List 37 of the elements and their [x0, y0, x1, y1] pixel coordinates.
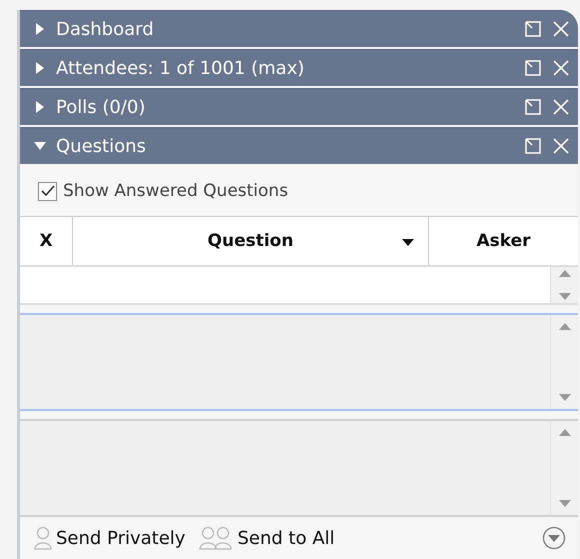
scroll-down-icon[interactable] — [558, 293, 570, 300]
expand-arrow-icon[interactable] — [34, 62, 46, 74]
scroll-up-icon[interactable] — [558, 270, 570, 277]
undock-icon[interactable] — [524, 59, 542, 77]
dropdown-circle-icon[interactable] — [542, 526, 566, 550]
column-header[interactable]: X — [20, 217, 72, 265]
section-header[interactable]: Attendees: 1 of 1001 (max) — [20, 49, 578, 86]
scrollbar[interactable] — [550, 267, 578, 303]
expand-arrow-icon[interactable] — [34, 101, 46, 113]
sort-caret-icon[interactable] — [402, 239, 414, 246]
send-button[interactable]: Send to All — [199, 525, 335, 551]
expand-arrow-icon[interactable] — [34, 23, 46, 35]
section-header[interactable]: Questions — [20, 127, 578, 164]
scroll-down-icon[interactable] — [558, 500, 570, 507]
section-header[interactable]: Dashboard — [20, 10, 578, 47]
close-icon[interactable] — [552, 137, 570, 155]
column-header[interactable]: Asker — [428, 217, 578, 265]
checkbox-label: Show Answered Questions — [63, 181, 288, 201]
checkbox[interactable] — [38, 182, 57, 200]
section-title: Questions — [56, 136, 147, 156]
close-icon[interactable] — [552, 59, 570, 77]
column-header[interactable]: Question — [72, 217, 428, 265]
send-button[interactable]: Send Privately — [34, 525, 186, 551]
undock-icon[interactable] — [524, 20, 542, 38]
undock-icon[interactable] — [524, 98, 542, 116]
section-title: Dashboard — [56, 18, 155, 40]
section-title: Polls (0/0) — [56, 96, 146, 118]
person-icon — [34, 525, 54, 551]
scroll-up-icon[interactable] — [558, 323, 570, 330]
section-title: Attendees: 1 of 1001 (max) — [56, 58, 306, 78]
scroll-up-icon[interactable] — [558, 429, 570, 436]
section-header[interactable]: Polls (0/0) — [20, 88, 578, 125]
undock-icon[interactable] — [524, 137, 542, 155]
scroll-down-icon[interactable] — [558, 394, 570, 401]
close-icon[interactable] — [552, 20, 570, 38]
collapse-arrow-icon[interactable] — [34, 140, 46, 152]
close-icon[interactable] — [552, 98, 570, 116]
